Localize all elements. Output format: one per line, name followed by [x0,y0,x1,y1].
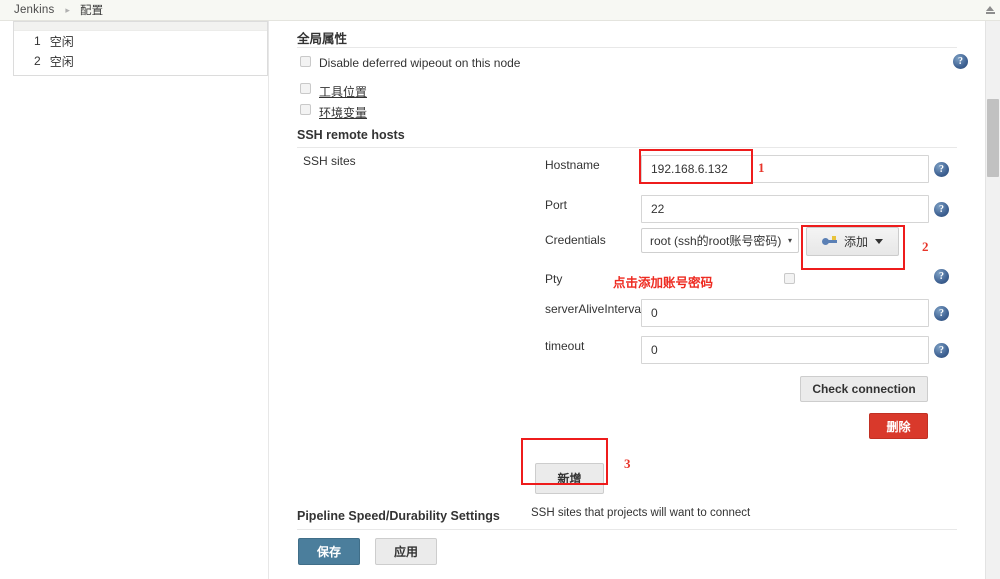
checkbox-tool-locations[interactable] [300,83,311,94]
help-icon-hostname[interactable]: ? [934,162,949,177]
check-connection-button[interactable]: Check connection [800,376,928,402]
executor-number: 1 [34,34,41,48]
server-alive-interval-label: serverAliveInterval [545,302,644,316]
sidebar-item-executor-2[interactable]: 2 空闲 [14,51,267,71]
port-input[interactable] [641,195,929,223]
pty-checkbox[interactable] [784,273,795,284]
executor-number: 2 [34,54,41,68]
breadcrumb-separator-icon: ▸ [65,4,70,15]
ssh-remote-hosts-heading: SSH remote hosts [297,128,405,142]
breadcrumb: Jenkins ▸ 配置 [0,0,1000,21]
help-icon-timeout[interactable]: ? [934,343,949,358]
server-alive-interval-input[interactable] [641,299,929,327]
chevron-down-icon: ▾ [787,236,792,245]
checkbox-label-environment-variables[interactable]: 环境变量 [319,104,367,121]
breadcrumb-item-current[interactable]: 配置 [80,2,103,18]
port-label: Port [545,198,568,212]
vertical-scrollbar-thumb[interactable] [987,99,999,177]
credentials-select[interactable]: root (ssh的root账号密码) ▾ [641,228,799,253]
timeout-input[interactable] [641,336,929,364]
pipeline-settings-heading: Pipeline Speed/Durability Settings [297,509,500,523]
save-button[interactable]: 保存 [298,538,360,565]
credentials-label: Credentials [545,233,606,247]
timeout-label: timeout [545,339,585,353]
ssh-remote-hosts-divider [297,147,957,148]
sidebar-panel-header [14,22,267,31]
sidebar-executors-panel: 1 空闲 2 空闲 [13,21,268,76]
help-icon-pty[interactable]: ? [934,269,949,284]
hostname-label: Hostname [545,158,600,172]
credentials-selected-value: root (ssh的root账号密码) [650,234,782,248]
ssh-sites-label: SSH sites [303,154,356,168]
help-icon-global-properties[interactable]: ? [953,54,968,69]
ssh-sites-hint: SSH sites that projects will want to con… [531,507,751,519]
apply-button[interactable]: 应用 [375,538,437,565]
scroll-up-triangle [986,6,994,11]
annotation-marker-1: 1 [758,160,765,175]
global-properties-heading: 全局属性 [297,32,348,46]
annotation-box-hostname [639,149,753,184]
annotation-marker-2: 2 [922,239,929,254]
delete-site-button[interactable]: 删除 [869,413,928,439]
help-icon-port[interactable]: ? [934,202,949,217]
pipeline-settings-divider [297,529,957,530]
executor-status-label: 空闲 [49,34,74,49]
global-properties-divider [297,47,957,48]
help-icon-server-alive-interval[interactable]: ? [934,306,949,321]
breadcrumb-item-jenkins[interactable]: Jenkins [14,4,54,16]
checkbox-label-disable-deferred-wipeout: Disable deferred wipeout on this node [319,56,521,70]
checkbox-disable-deferred-wipeout[interactable] [300,56,311,67]
configuration-form: 全局属性 Disable deferred wipeout on this no… [269,21,983,579]
checkbox-label-tool-locations[interactable]: 工具位置 [319,83,367,100]
checkbox-environment-variables[interactable] [300,104,311,115]
annotation-pty-note: 点击添加账号密码 [613,276,714,290]
sidebar-item-executor-1[interactable]: 1 空闲 [14,31,267,51]
scroll-up-arrow-icon[interactable] [986,6,995,15]
annotation-box-add-site [521,438,608,485]
vertical-scrollbar-track[interactable] [985,21,1000,579]
pty-label: Pty [545,272,563,286]
scroll-up-base [986,12,995,14]
executor-status-label: 空闲 [49,54,74,69]
annotation-marker-3: 3 [624,456,631,471]
annotation-box-add-credentials [801,225,905,270]
